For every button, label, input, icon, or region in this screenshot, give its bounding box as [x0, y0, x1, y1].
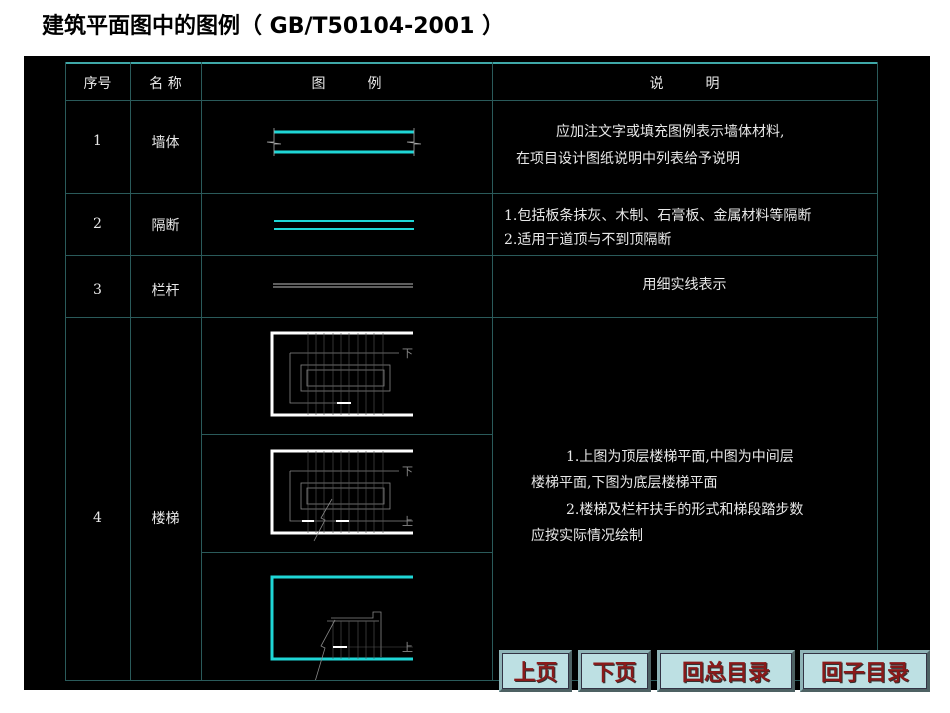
wall-symbol	[267, 128, 421, 156]
row-name: 墙体	[130, 132, 201, 152]
row-desc: 应加注文字或填充图例表示墙体材料,	[556, 121, 784, 141]
grid-line	[65, 62, 66, 680]
partition-symbol	[274, 221, 414, 229]
row-name: 楼梯	[130, 508, 201, 528]
page-title: 建筑平面图中的图例（ GB/T50104-2001 ）	[42, 8, 504, 40]
prev-page-button[interactable]: 上页	[499, 650, 572, 692]
legend-table: 序号 名 称 图 例 说 明 1 墙体 应加注文字或填充图例表示墙体材料, 在项…	[24, 56, 930, 690]
sub-index-button[interactable]: 回子目录	[800, 650, 930, 692]
railing-symbol	[273, 284, 413, 287]
row-desc: 用细实线表示	[492, 274, 877, 294]
row-no: 2	[65, 216, 130, 232]
row-no: 4	[65, 510, 130, 526]
row-name: 栏杆	[130, 280, 201, 300]
row-no: 3	[65, 282, 130, 298]
stair-middle-floor	[272, 451, 413, 541]
table-top-border	[65, 62, 877, 64]
legend-drawings: 下 下 上 上	[201, 100, 492, 680]
row-desc: 应按实际情况绘制	[531, 525, 643, 545]
header-name: 名 称	[130, 73, 201, 93]
stair-down-label: 下	[402, 347, 413, 360]
header-desc: 说 明	[492, 73, 877, 93]
header-no: 序号	[65, 73, 130, 93]
stair-ground-floor	[272, 577, 413, 680]
main-index-button[interactable]: 回总目录	[657, 650, 795, 692]
row-desc: 2.适用于道顶与不到顶隔断	[504, 229, 671, 249]
row-desc: 2.楼梯及栏杆扶手的形式和梯段踏步数	[566, 499, 803, 519]
stair-down-label: 下	[402, 465, 413, 478]
grid-line	[492, 62, 493, 680]
row-desc: 在项目设计图纸说明中列表给予说明	[516, 148, 740, 168]
grid-line	[877, 62, 878, 680]
row-name: 隔断	[130, 215, 201, 235]
stair-up-label: 上	[402, 515, 413, 528]
stair-up-label: 上	[402, 641, 413, 654]
row-desc: 1.包括板条抹灰、木制、石膏板、金属材料等隔断	[504, 205, 811, 225]
grid-line	[130, 62, 131, 680]
header-legend: 图 例	[201, 73, 492, 93]
row-desc: 1.上图为顶层楼梯平面,中图为中间层	[566, 446, 794, 466]
stair-top-floor	[272, 333, 413, 415]
next-page-button[interactable]: 下页	[578, 650, 651, 692]
row-no: 1	[65, 133, 130, 149]
row-desc: 楼梯平面,下图为底层楼梯平面	[531, 472, 717, 492]
